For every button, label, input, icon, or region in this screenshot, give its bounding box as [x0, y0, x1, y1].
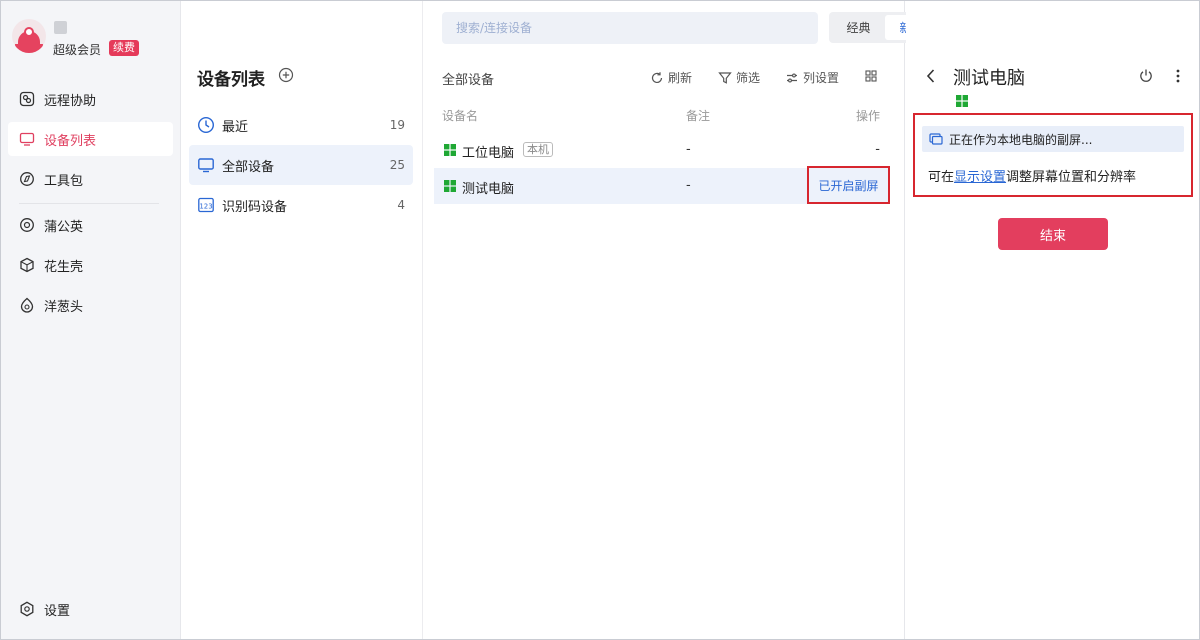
- hint-suffix: 调整屏幕位置和分辨率: [1006, 170, 1137, 185]
- end-button[interactable]: 结束: [998, 218, 1108, 250]
- device-detail-panel: 测试电脑 正在作为本地电脑的副屏... 可在显示设置调整屏幕位置和分辨率 结束: [906, 1, 1199, 639]
- screens-icon: [929, 132, 943, 146]
- refresh-label: 刷新: [668, 71, 693, 85]
- sidebar-item-label: 洋葱头: [44, 299, 84, 315]
- grid-view-button[interactable]: [864, 69, 882, 83]
- hint-prefix: 可在: [928, 170, 955, 185]
- member-level-label: 超级会员: [53, 43, 102, 57]
- group-item-id-code-devices[interactable]: 123 识别码设备 4: [189, 185, 413, 225]
- column-settings-label: 列设置: [803, 71, 840, 85]
- svg-text:123: 123: [199, 203, 212, 211]
- dandelion-icon: [19, 217, 35, 233]
- device-list-panel: 全部设备 刷新 筛选 列设置 设备名 备注 操作 工位电脑 本机 - -: [424, 1, 905, 639]
- renew-badge[interactable]: 续费: [109, 40, 139, 56]
- filter-label: 筛选: [736, 71, 761, 85]
- column-settings-button[interactable]: 列设置: [785, 69, 839, 86]
- grid-view-icon: [864, 69, 878, 83]
- group-count: 19: [389, 118, 405, 132]
- sidebar-item-dandelion[interactable]: 蒲公英: [8, 208, 173, 242]
- status-line: 正在作为本地电脑的副屏...: [922, 126, 1184, 152]
- sidebar: 超级会员 续费 远程协助 设备列表 工具包 蒲公英 花生壳 洋葱头 设置: [1, 1, 181, 639]
- refresh-button[interactable]: 刷新: [650, 69, 692, 86]
- add-group-icon[interactable]: [278, 67, 294, 83]
- windows-icon: [956, 95, 968, 107]
- back-arrow-icon[interactable]: [924, 68, 938, 84]
- detail-title: 测试电脑: [953, 68, 1025, 89]
- device-name: 工位电脑: [462, 146, 515, 161]
- refresh-icon: [650, 71, 664, 85]
- device-group-panel: 设备列表 最近 19 全部设备 25 123 识别码设备 4: [182, 1, 423, 639]
- remote-assist-icon: [19, 91, 35, 107]
- device-action: -: [875, 142, 880, 157]
- page-title: 设备列表: [197, 70, 265, 90]
- more-options-icon[interactable]: [1170, 68, 1186, 84]
- column-header-name[interactable]: 设备名: [442, 107, 478, 124]
- windows-icon: [444, 180, 456, 192]
- sidebar-item-remote-assist[interactable]: 远程协助: [8, 82, 173, 116]
- device-note: -: [686, 142, 691, 157]
- view-toggle-classic[interactable]: 经典: [832, 15, 885, 40]
- sidebar-item-label: 远程协助: [44, 93, 97, 109]
- settings-icon: [19, 601, 35, 617]
- column-header-note[interactable]: 备注: [686, 107, 710, 124]
- sidebar-item-label: 花生壳: [44, 259, 84, 275]
- device-list-icon: [19, 131, 35, 147]
- status-text: 正在作为本地电脑的副屏...: [949, 132, 1093, 147]
- table-row[interactable]: 工位电脑 本机 - -: [434, 132, 890, 168]
- sidebar-item-peanut-shell[interactable]: 花生壳: [8, 248, 173, 282]
- username: [54, 21, 67, 34]
- group-count: 25: [389, 158, 405, 172]
- sidebar-item-onion[interactable]: 洋葱头: [8, 288, 173, 322]
- group-item-all-devices[interactable]: 全部设备 25: [189, 145, 413, 185]
- sidebar-item-label: 工具包: [44, 173, 84, 189]
- sidebar-divider: [19, 203, 159, 204]
- display-settings-link[interactable]: 显示设置: [954, 170, 1006, 185]
- sidebar-item-device-list[interactable]: 设备列表: [8, 122, 173, 156]
- avatar[interactable]: [12, 19, 46, 53]
- power-icon[interactable]: [1138, 68, 1154, 84]
- peanut-shell-icon: [19, 257, 35, 273]
- local-machine-badge: 本机: [523, 142, 553, 157]
- group-label: 最近: [222, 119, 249, 135]
- display-settings-hint: 可在显示设置调整屏幕位置和分辨率: [928, 166, 1136, 185]
- group-label: 全部设备: [222, 159, 275, 175]
- group-label: 识别码设备: [222, 199, 288, 215]
- windows-icon: [444, 144, 456, 156]
- filter-icon: [718, 71, 732, 85]
- id-code-icon: 123: [197, 196, 215, 214]
- onion-icon: [19, 297, 35, 313]
- secondary-screen-status-link[interactable]: 已开启副屏: [807, 166, 890, 204]
- clock-icon: [197, 116, 215, 134]
- group-item-recent[interactable]: 最近 19: [189, 105, 413, 145]
- search-input[interactable]: [442, 12, 818, 44]
- sidebar-item-label: 蒲公英: [44, 219, 84, 235]
- device-name: 测试电脑: [462, 182, 515, 197]
- list-title: 全部设备: [442, 73, 495, 88]
- monitor-icon: [197, 156, 215, 174]
- sidebar-item-label: 设置: [44, 603, 71, 619]
- filter-button[interactable]: 筛选: [718, 69, 760, 86]
- sidebar-item-settings[interactable]: 设置: [8, 592, 173, 626]
- group-count: 4: [397, 198, 405, 212]
- toolkit-icon: [19, 171, 35, 187]
- column-settings-icon: [785, 71, 799, 85]
- sidebar-item-toolkit[interactable]: 工具包: [8, 162, 173, 196]
- secondary-screen-status-box: 正在作为本地电脑的副屏... 可在显示设置调整屏幕位置和分辨率: [913, 113, 1193, 197]
- sidebar-item-label: 设备列表: [44, 133, 97, 149]
- device-note: -: [686, 178, 691, 193]
- column-header-action: 操作: [856, 109, 881, 123]
